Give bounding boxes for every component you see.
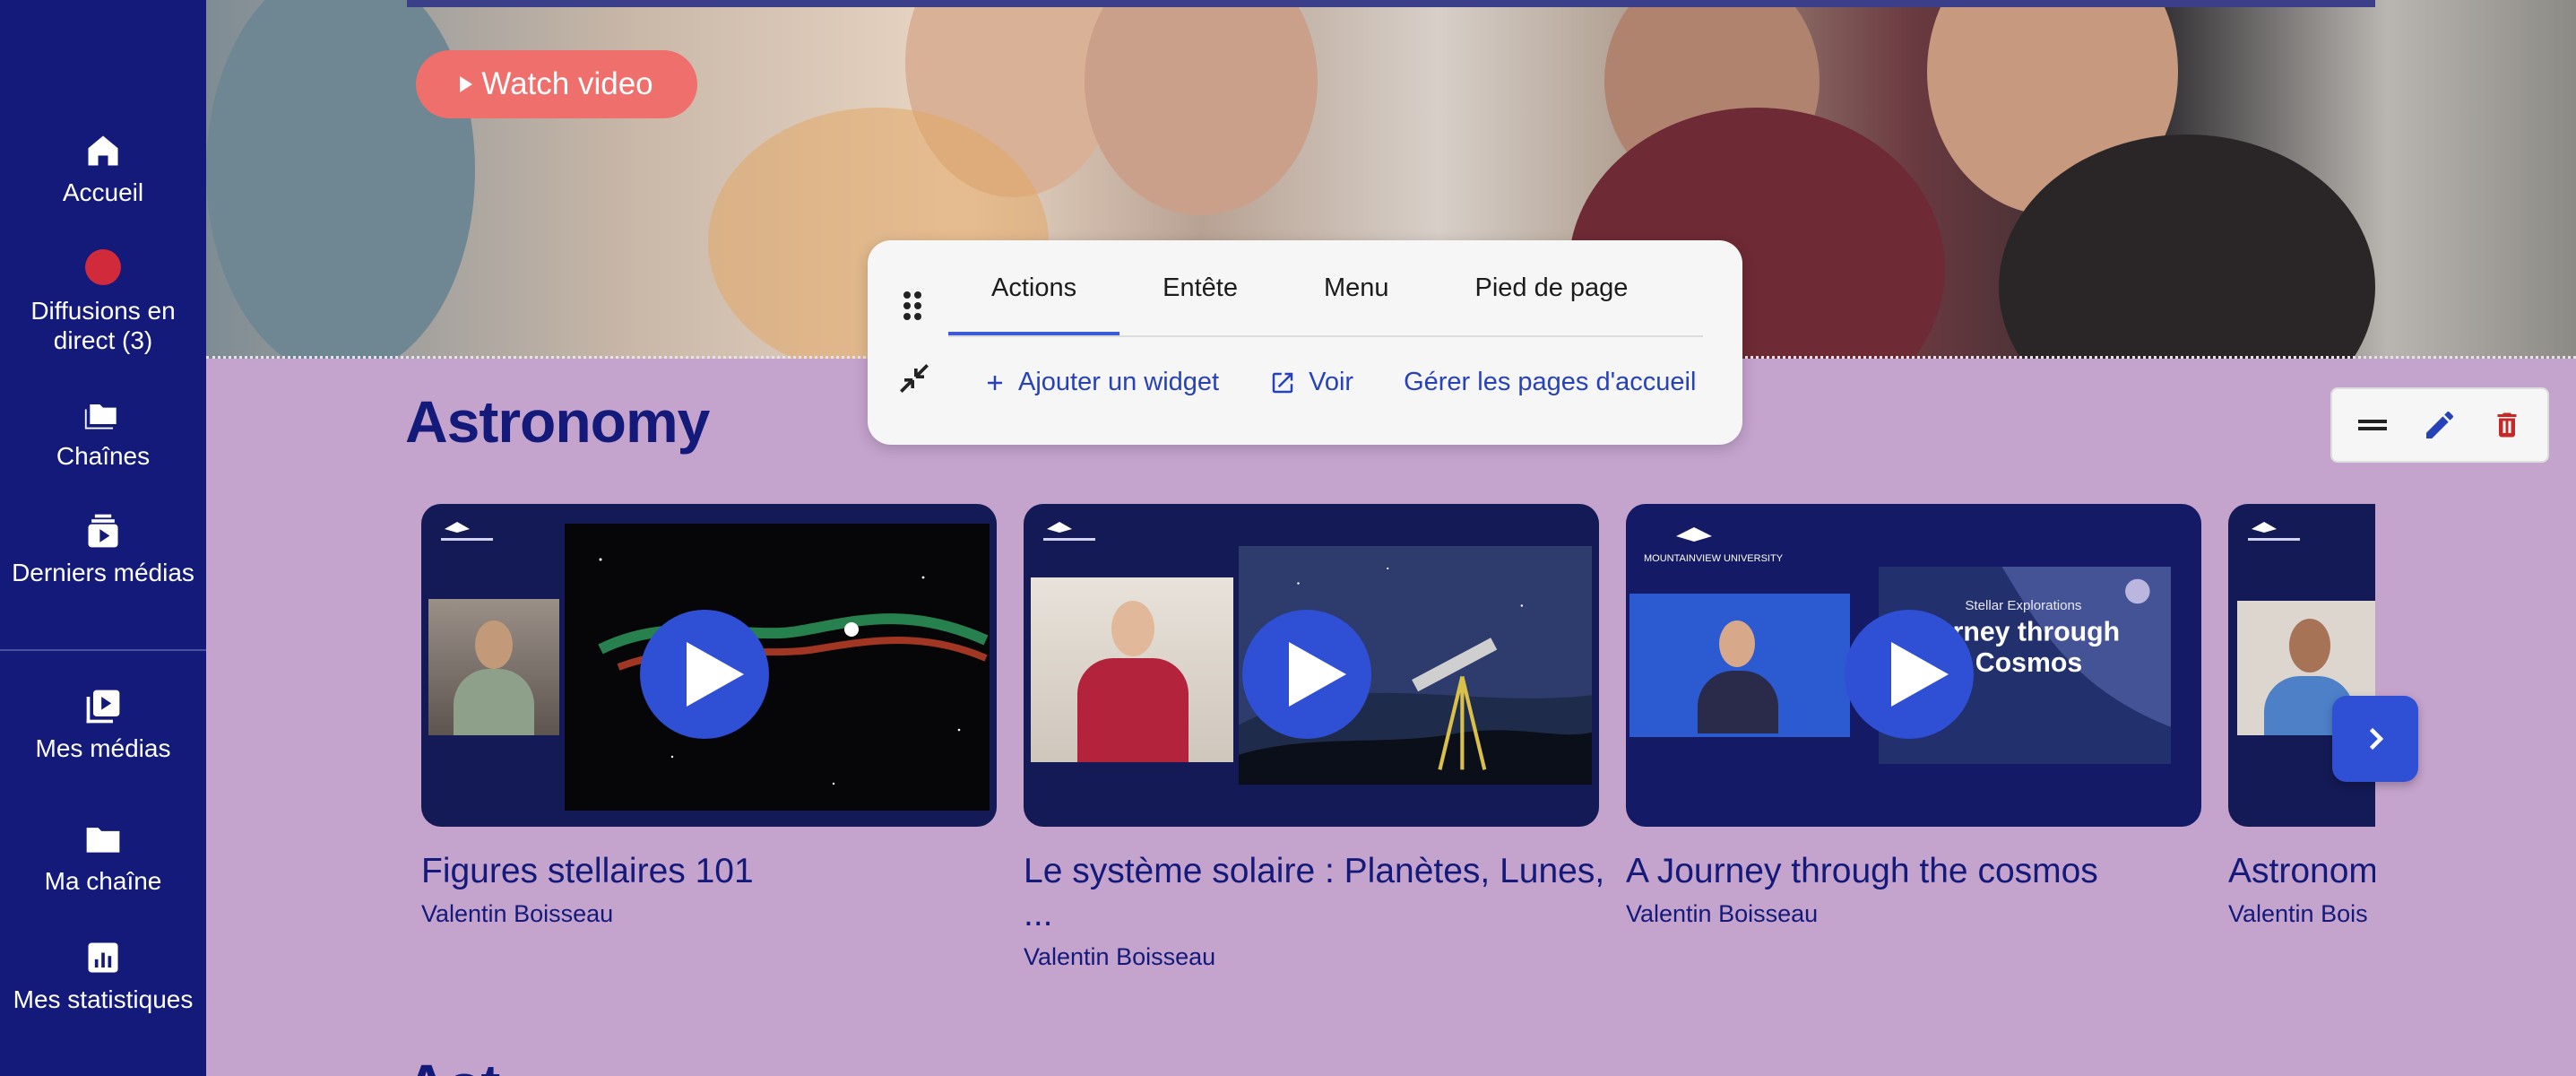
hero-photo-person xyxy=(1085,0,1318,215)
home-icon xyxy=(88,135,118,166)
sidebar-item-mes-statistiques[interactable]: Mes statistiques xyxy=(0,938,206,1014)
university-logo-icon xyxy=(441,522,493,541)
sidebar-item-ma-chaine[interactable]: Ma chaîne xyxy=(0,820,206,896)
add-widget-label: Ajouter un widget xyxy=(1018,368,1220,396)
live-dot-icon xyxy=(85,249,121,285)
media-title[interactable]: A Journey through the cosmos xyxy=(1626,850,2217,893)
sidebar: Accueil Diffusions en direct (3) Chaînes… xyxy=(0,0,206,1076)
sidebar-item-label: Derniers médias xyxy=(12,559,194,586)
sidebar-item-label: Diffusions en direct (3) xyxy=(30,297,176,354)
stats-icon xyxy=(88,942,118,973)
university-logo-icon: MOUNTAINVIEW UNIVERSITY xyxy=(1644,527,1784,564)
media-author: Valentin Boisseau xyxy=(421,900,614,927)
media-author: Valentin Boisseau xyxy=(1626,900,1819,927)
section-title: Astronomy xyxy=(405,388,710,455)
media-author: Valentin Boisseau xyxy=(1024,943,1216,970)
latest-media-icon xyxy=(88,514,118,548)
presenter-image xyxy=(1629,594,1850,737)
play-button[interactable] xyxy=(1242,610,1371,739)
toolbar-tabs: Actions Entête Menu Pied de page xyxy=(948,240,1671,335)
carousel-next-button[interactable] xyxy=(2332,696,2418,782)
add-widget-button[interactable]: Ajouter un widget xyxy=(984,368,1219,397)
hero-top-bar xyxy=(407,0,2375,7)
manage-homepages-link[interactable]: Gérer les pages d'accueil xyxy=(1404,368,1696,397)
plus-icon xyxy=(988,375,1002,390)
svg-text:MOUNTAINVIEW UNIVERSITY: MOUNTAINVIEW UNIVERSITY xyxy=(1644,553,1784,564)
sidebar-item-label: Mes médias xyxy=(35,734,171,762)
sidebar-item-derniers-medias[interactable]: Derniers médias xyxy=(0,511,206,587)
my-media-icon xyxy=(86,690,120,724)
sidebar-item-live[interactable]: Diffusions en direct (3) xyxy=(0,249,206,355)
tabs-divider xyxy=(948,335,1703,337)
drag-lines-icon xyxy=(2358,420,2388,430)
sidebar-divider xyxy=(0,649,206,651)
chevron-right-icon xyxy=(2369,727,2384,751)
play-button[interactable] xyxy=(640,610,769,739)
svg-text:Stellar Explorations: Stellar Explorations xyxy=(1965,598,2082,613)
tab-entete[interactable]: Entête xyxy=(1119,240,1281,335)
sidebar-item-label: Chaînes xyxy=(56,442,151,470)
media-carousel: Figures stellaires 101 Valentin Boisseau… xyxy=(421,504,2375,988)
media-author: Valentin Bois xyxy=(2228,900,2368,927)
play-button[interactable] xyxy=(1845,610,1974,739)
media-card[interactable]: MOUNTAINVIEW UNIVERSITY Stellar Explorat… xyxy=(1626,504,2201,928)
trash-icon xyxy=(2497,412,2517,438)
page-editor-toolbar: Actions Entête Menu Pied de page Ajouter… xyxy=(868,240,1742,445)
sidebar-item-label: Accueil xyxy=(62,178,144,206)
external-link-icon xyxy=(1272,372,1293,393)
delete-widget-button[interactable] xyxy=(2485,404,2528,447)
sidebar-item-label: Ma chaîne xyxy=(44,867,162,895)
play-icon xyxy=(460,76,473,92)
sidebar-item-label: Mes statistiques xyxy=(13,985,194,1013)
media-title[interactable]: Le système solaire : Planètes, Lunes, ..… xyxy=(1024,850,1615,936)
media-thumbnail[interactable]: MOUNTAINVIEW UNIVERSITY Stellar Explorat… xyxy=(1626,504,2201,827)
edit-widget-button[interactable] xyxy=(2418,404,2461,447)
media-title[interactable]: Figures stellaires 101 xyxy=(421,850,1013,893)
view-label: Voir xyxy=(1309,368,1354,396)
media-thumbnail[interactable] xyxy=(421,504,997,827)
sidebar-item-mes-medias[interactable]: Mes médias xyxy=(0,687,206,763)
university-logo-icon xyxy=(1043,522,1095,541)
view-button[interactable]: Voir xyxy=(1269,368,1353,397)
collapse-icon[interactable] xyxy=(895,359,934,398)
svg-text:rney through: rney through xyxy=(1953,618,2121,647)
drag-widget-button[interactable] xyxy=(2351,404,2394,447)
media-card[interactable]: Figures stellaires 101 Valentin Boisseau xyxy=(421,504,997,928)
manage-homepages-label: Gérer les pages d'accueil xyxy=(1404,368,1697,396)
tab-pied-de-page[interactable]: Pied de page xyxy=(1432,240,1672,335)
nebula-image xyxy=(565,524,990,811)
media-thumbnail[interactable] xyxy=(1024,504,1599,827)
presenter-image xyxy=(1031,577,1233,762)
sidebar-item-chaines[interactable]: Chaînes xyxy=(0,395,206,471)
tab-menu[interactable]: Menu xyxy=(1281,240,1432,335)
sidebar-item-accueil[interactable]: Accueil xyxy=(0,131,206,207)
tab-actions[interactable]: Actions xyxy=(948,240,1120,335)
pencil-icon xyxy=(2425,411,2453,438)
watch-video-button[interactable]: Watch video xyxy=(416,50,697,118)
widget-tools xyxy=(2330,387,2549,463)
drag-handle-icon[interactable] xyxy=(902,291,923,321)
next-section-title: Ast xyxy=(405,1051,500,1076)
watch-video-label: Watch video xyxy=(481,66,653,101)
media-card[interactable]: Le système solaire : Planètes, Lunes, ..… xyxy=(1024,504,1604,971)
media-title[interactable]: Astronom xyxy=(2228,850,2375,893)
presenter-image xyxy=(428,599,559,735)
toolbar-actions: Ajouter un widget Voir Gérer les pages d… xyxy=(984,368,1696,397)
university-logo-icon xyxy=(2248,522,2300,541)
folder-icon xyxy=(86,828,120,853)
folders-icon xyxy=(84,404,117,430)
